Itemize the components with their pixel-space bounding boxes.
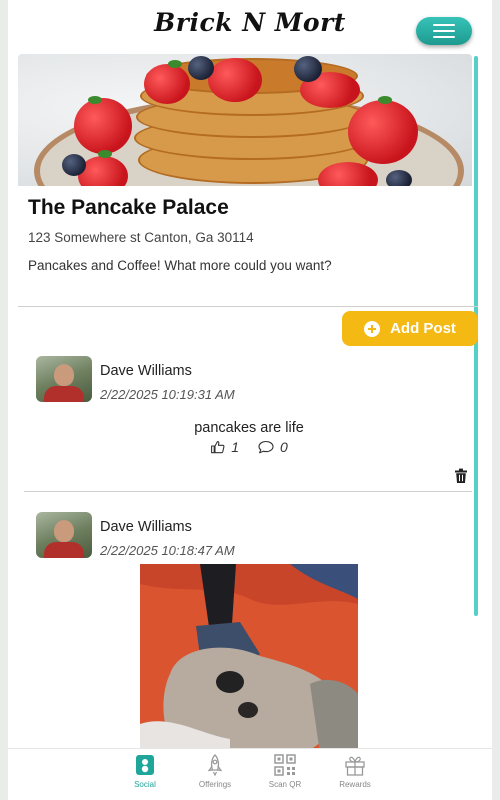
app-header: Brick N Mort <box>8 0 492 48</box>
comment-count: 0 <box>280 439 288 455</box>
business-card: The Pancake Palace 123 Somewhere st Cant… <box>18 54 478 346</box>
avatar[interactable] <box>36 512 92 558</box>
comment-icon <box>258 440 274 454</box>
post-item: Dave Williams 2/22/2025 10:19:31 AM panc… <box>24 348 467 498</box>
trash-icon <box>455 468 467 483</box>
nav-label-rewards: Rewards <box>339 780 371 789</box>
gift-icon <box>344 754 366 776</box>
nav-label-scan-qr: Scan QR <box>268 780 302 789</box>
post-item: Dave Williams 2/22/2025 10:18:47 AM <box>24 504 462 748</box>
rocket-icon <box>204 754 226 776</box>
bottom-nav: Social Offerings Scan QR Rewards <box>8 748 492 800</box>
post-author[interactable]: Dave Williams <box>100 363 192 379</box>
add-post-label: Add Post <box>390 320 456 337</box>
plus-circle-icon <box>364 320 381 337</box>
avatar[interactable] <box>36 356 92 402</box>
nav-item-offerings[interactable]: Offerings <box>189 754 241 800</box>
app-window: Brick N Mort The Pancake Palace 123 Some… <box>8 0 492 800</box>
nav-label-offerings: Offerings <box>198 780 232 789</box>
post-timestamp: 2/22/2025 10:18:47 AM <box>100 543 235 558</box>
post-image[interactable] <box>140 564 358 748</box>
post-author[interactable]: Dave Williams <box>100 519 192 535</box>
thumbs-up-icon <box>211 440 225 454</box>
nav-label-social: Social <box>134 780 156 789</box>
post-reactions: 1 0 <box>24 439 474 455</box>
business-description: Pancakes and Coffee! What more could you… <box>28 258 332 273</box>
like-count: 1 <box>231 439 239 455</box>
hamburger-menu-icon <box>433 24 455 38</box>
comment-button[interactable]: 0 <box>257 439 288 455</box>
like-button[interactable]: 1 <box>210 439 239 455</box>
delete-post-button[interactable] <box>454 468 468 484</box>
qr-code-icon <box>274 754 296 776</box>
post-timestamp: 2/22/2025 10:19:31 AM <box>100 387 235 402</box>
section-divider <box>18 306 478 307</box>
social-icon <box>134 754 156 776</box>
menu-button[interactable] <box>416 17 472 45</box>
nav-item-rewards[interactable]: Rewards <box>329 754 381 800</box>
content-scroll-area[interactable]: The Pancake Palace 123 Somewhere st Cant… <box>8 48 492 748</box>
business-hero-image <box>18 54 472 186</box>
post-text: pancakes are life <box>194 420 304 436</box>
nav-item-social[interactable]: Social <box>119 754 171 800</box>
post-divider <box>24 491 472 492</box>
nav-item-scan-qr[interactable]: Scan QR <box>259 754 311 800</box>
business-name: The Pancake Palace <box>28 196 229 219</box>
add-post-button[interactable]: Add Post <box>342 311 478 346</box>
business-address: 123 Somewhere st Canton, Ga 30114 <box>28 230 254 245</box>
